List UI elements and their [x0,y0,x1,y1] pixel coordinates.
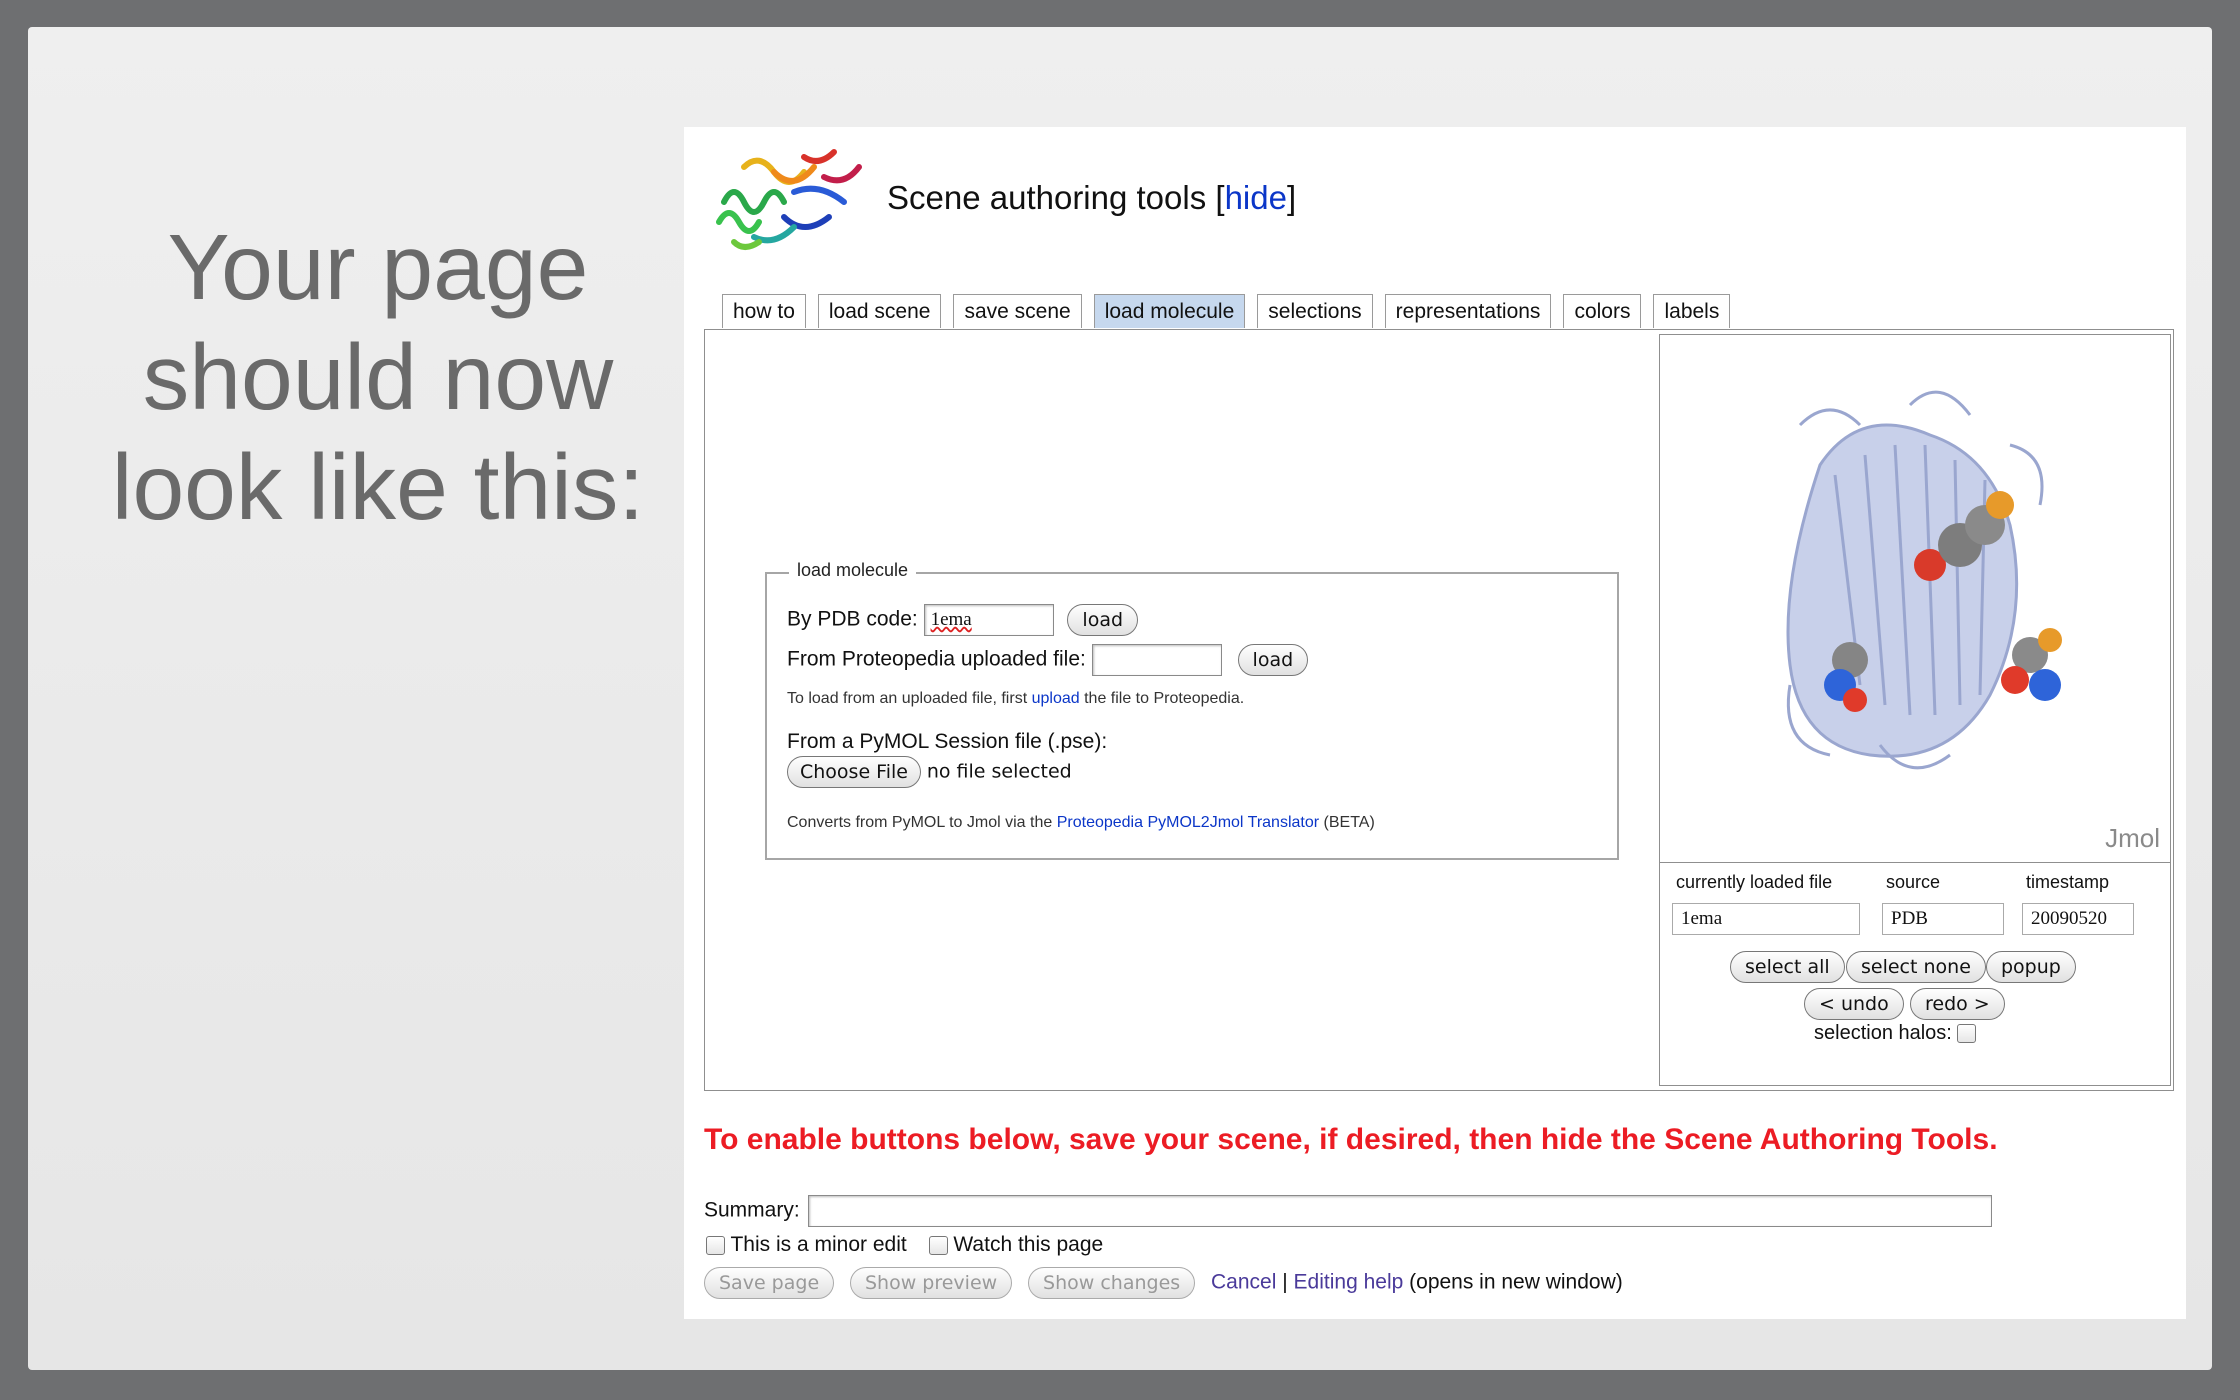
upload-load-button[interactable]: load [1237,644,1309,676]
slide: Your page should now look like this: Sce… [28,27,2212,1370]
file-value: 1ema [1672,903,1860,935]
show-changes-button[interactable]: Show changes [1028,1267,1196,1299]
source-label: source [1886,872,1941,892]
pymol2jmol-link[interactable]: Proteopedia PyMOL2Jmol Translator [1057,814,1319,831]
selection-halos-checkbox[interactable] [1957,1024,1977,1044]
pdb-load-button[interactable]: load [1067,604,1139,636]
convert-text: Converts from PyMOL to Jmol via the [787,814,1053,831]
slide-title-line-1: Your page [167,215,589,319]
summary-input[interactable] [807,1195,1992,1227]
tab-bar: how to load scene save scene load molecu… [722,294,1742,330]
summary-label: Summary: [704,1198,800,1222]
selection-halos-label: selection halos: [1814,1022,1952,1044]
slide-title-line-3: look like this: [111,435,645,539]
molecule-render[interactable] [1760,385,2080,805]
tab-representations[interactable]: representations [1384,294,1552,328]
edit-options-row: This is a minor edit Watch this page [706,1233,1103,1257]
pdb-row: By PDB code: 1ema load [787,604,1139,636]
pdb-label: By PDB code: [787,607,918,631]
jmol-logo: Jmol [2105,823,2160,853]
load-molecule-fieldset: load molecule By PDB code: 1ema load Fro… [765,560,1619,860]
upload-hint-tail: the file to Proteopedia. [1084,690,1245,707]
convert-note: Converts from PyMOL to Jmol via the Prot… [787,814,1375,832]
tab-colors[interactable]: colors [1563,294,1642,328]
no-file-text: no file selected [926,760,1072,783]
viewer-divider [1660,862,2170,863]
editing-help-link[interactable]: Editing help [1294,1271,1404,1294]
source-value: PDB [1882,903,2004,935]
tab-load-molecule[interactable]: load molecule [1093,294,1246,328]
upload-row: From Proteopedia uploaded file: load [787,644,1309,676]
watch-page-checkbox[interactable] [928,1235,948,1255]
slide-title: Your page should now look like this: [88,212,668,542]
upload-label: From Proteopedia uploaded file: [787,647,1086,671]
tab-content-panel: load molecule By PDB code: 1ema load Fro… [704,329,2174,1091]
tab-load-scene[interactable]: load scene [817,294,942,328]
redo-button[interactable]: redo > [1910,988,2005,1020]
beta-text: (BETA) [1323,814,1375,831]
file-label: currently loaded file [1676,872,1833,892]
tab-save-scene[interactable]: save scene [953,294,1082,328]
popup-button[interactable]: popup [1986,951,2076,983]
upload-link[interactable]: upload [1032,690,1080,707]
upload-hint-text: To load from an uploaded file, first [787,690,1028,707]
choose-file-row: Choose File no file selected [787,756,1072,788]
page-title: Scene authoring tools [hide] [887,179,1296,217]
select-all-button[interactable]: select all [1730,951,1845,983]
timestamp-label: timestamp [2026,872,2110,892]
selection-halos-row: selection halos: [1814,1022,1977,1045]
jmol-viewer: Jmol currently loaded file 1ema source P… [1659,334,2171,1086]
tab-how-to[interactable]: how to [722,294,806,328]
opens-new-window-text: (opens in new window) [1409,1270,1623,1294]
link-separator: | [1282,1270,1288,1294]
warning-message: To enable buttons below, save your scene… [704,1123,1998,1156]
timestamp-value: 20090520 [2022,903,2134,935]
upload-hint: To load from an uploaded file, first upl… [787,690,1244,708]
page-title-text: Scene authoring tools [ [887,179,1225,216]
select-none-button[interactable]: select none [1846,951,1986,983]
edit-actions-row: Save page Show preview Show changes Canc… [704,1267,1623,1299]
show-preview-button[interactable]: Show preview [849,1267,1013,1299]
fieldset-legend: load molecule [789,560,917,581]
save-page-button[interactable]: Save page [704,1267,835,1299]
tab-selections[interactable]: selections [1257,294,1373,328]
uploaded-file-input[interactable] [1091,644,1222,676]
watch-page-label: Watch this page [953,1233,1104,1256]
summary-row: Summary: [704,1195,1992,1227]
pdb-code-input[interactable]: 1ema [923,604,1054,636]
screenshot-panel: Scene authoring tools [hide] how to load… [684,127,2186,1319]
slide-title-line-2: should now [142,325,614,429]
undo-button[interactable]: < undo [1804,988,1904,1020]
pymol-label: From a PyMOL Session file (.pse): [787,730,1108,753]
minor-edit-checkbox[interactable] [706,1235,725,1255]
page-title-close: ] [1286,179,1297,216]
tab-labels[interactable]: labels [1653,294,1731,328]
hide-link[interactable]: hide [1225,179,1287,216]
minor-edit-label: This is a minor edit [730,1233,907,1256]
choose-file-button[interactable]: Choose File [787,756,921,788]
cancel-link[interactable]: Cancel [1211,1271,1276,1294]
protein-logo-image [716,149,862,250]
